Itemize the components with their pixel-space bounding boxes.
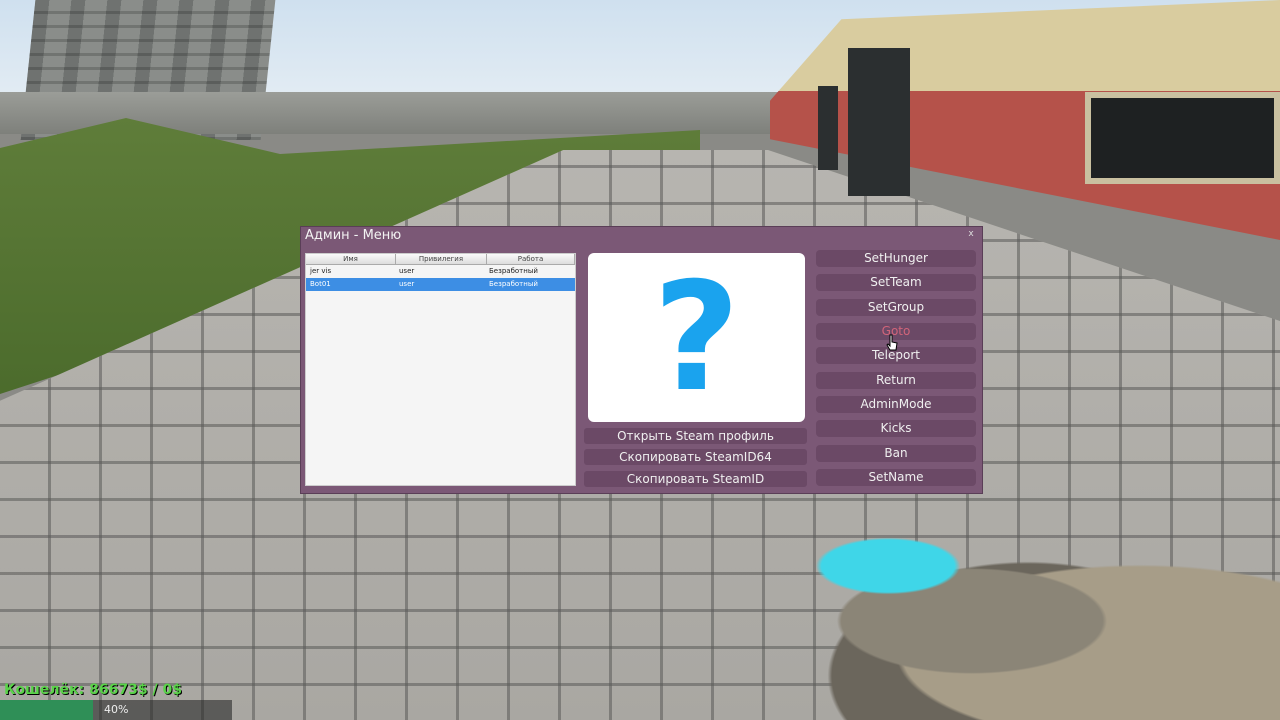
player-row-selected[interactable]: Bot01 user Безработный: [306, 278, 575, 291]
player-avatar: ?: [588, 253, 805, 422]
player-name: Bot01: [310, 280, 331, 288]
open-steam-profile-button[interactable]: Открыть Steam профиль: [584, 428, 807, 444]
building-door: [848, 48, 910, 196]
player-rank: user: [399, 267, 415, 275]
player-job: Безработный: [489, 280, 538, 288]
question-mark-icon: ?: [652, 250, 740, 425]
player-list[interactable]: Имя Привилегия Работа jer vis user Безра…: [305, 253, 576, 486]
admin-menu-window: Админ - Меню x Имя Привилегия Работа jer…: [300, 226, 983, 494]
wallet-text: Кошелёк: 86673$ / 0$: [4, 682, 182, 698]
copy-steamid-button[interactable]: Скопировать SteamID: [584, 471, 807, 487]
ban-button[interactable]: Ban: [816, 445, 976, 462]
building-door: [818, 86, 838, 170]
setname-button[interactable]: SetName: [816, 469, 976, 486]
setgroup-button[interactable]: SetGroup: [816, 299, 976, 316]
close-icon[interactable]: x: [966, 229, 976, 239]
player-rank: user: [399, 280, 415, 288]
sethunger-button[interactable]: SetHunger: [816, 250, 976, 267]
hunger-progress-bar: 40%: [0, 700, 232, 720]
column-header-rank[interactable]: Привилегия: [396, 254, 487, 265]
player-row[interactable]: jer vis user Безработный: [306, 265, 575, 278]
kicks-button[interactable]: Kicks: [816, 420, 976, 437]
physgun-viewmodel: [720, 500, 1280, 720]
window-title: Админ - Меню: [305, 228, 402, 243]
hunger-progress-fill: [0, 700, 93, 720]
hunger-progress-label: 40%: [104, 703, 129, 716]
return-button[interactable]: Return: [816, 372, 976, 389]
building-window: [1085, 92, 1280, 184]
title-bar[interactable]: Админ - Меню x: [301, 227, 982, 246]
column-header-name[interactable]: Имя: [306, 254, 396, 265]
copy-steamid64-button[interactable]: Скопировать SteamID64: [584, 449, 807, 465]
column-header-job[interactable]: Работа: [487, 254, 575, 265]
player-list-header: Имя Привилегия Работа: [306, 254, 575, 265]
hand-cursor-icon: [886, 334, 898, 351]
player-job: Безработный: [489, 267, 538, 275]
setteam-button[interactable]: SetTeam: [816, 274, 976, 291]
player-name: jer vis: [310, 267, 332, 275]
adminmode-button[interactable]: AdminMode: [816, 396, 976, 413]
